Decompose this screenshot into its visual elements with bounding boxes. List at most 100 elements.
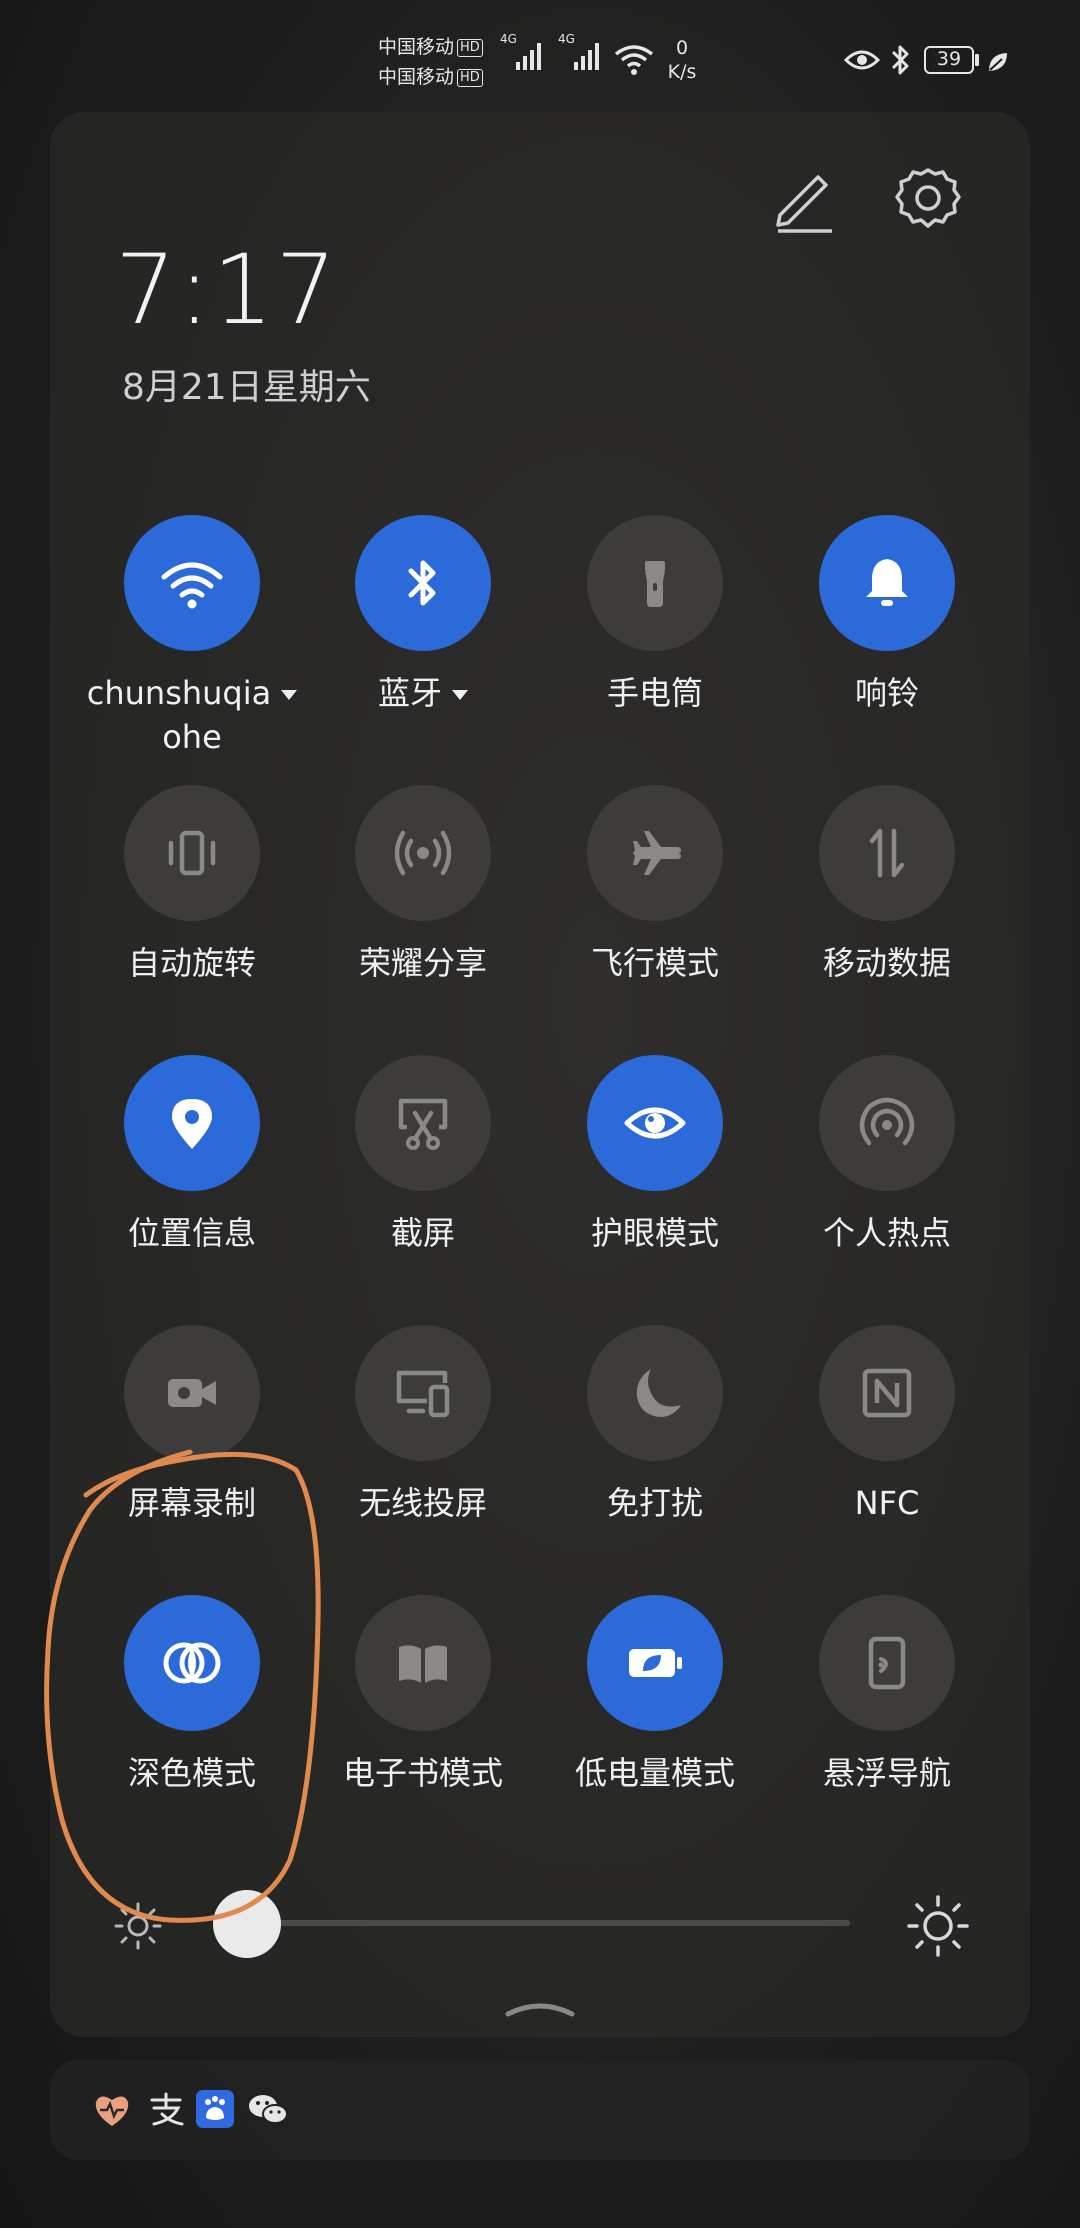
tile-nfc[interactable]: NFC [772, 1325, 1002, 1525]
speed-unit: K/s [667, 61, 697, 83]
tile-bluetooth[interactable]: 蓝牙 [308, 515, 538, 715]
cast-screen-icon [396, 1370, 450, 1418]
flashlight-icon [645, 561, 665, 607]
brightness-low-icon [114, 1902, 162, 1950]
honor-share-toggle[interactable] [355, 785, 491, 921]
tile-label: 蓝牙 [308, 671, 538, 715]
tile-eye-comfort[interactable]: 护眼模式 [540, 1055, 770, 1255]
hotspot-toggle[interactable] [819, 1055, 955, 1191]
health-icon [95, 2096, 129, 2126]
screen-record-toggle[interactable] [124, 1325, 260, 1461]
tile-dark-mode[interactable]: 深色模式 [77, 1595, 307, 1795]
alipay-icon [150, 2092, 184, 2126]
scissors-icon [398, 1098, 448, 1150]
wifi-status-icon [614, 45, 654, 75]
tile-mobile-data[interactable]: 移动数据 [772, 785, 1002, 985]
airplane-toggle[interactable] [587, 785, 723, 921]
data-arrows-icon [869, 828, 905, 878]
ring-toggle[interactable] [819, 515, 955, 651]
clock-time: 7:17 [115, 234, 339, 346]
tile-dnd[interactable]: 免打扰 [540, 1325, 770, 1525]
baidu-icon [196, 2090, 234, 2128]
moon-icon [636, 1369, 681, 1417]
tile-label: 位置信息 [127, 1214, 256, 1252]
tile-airplane[interactable]: 飞行模式 [540, 785, 770, 985]
bell-icon [866, 559, 908, 606]
flashlight-toggle[interactable] [587, 515, 723, 651]
share-waves-icon [394, 830, 452, 876]
tile-wireless-projection[interactable]: 无线投屏 [308, 1325, 538, 1525]
airplane-icon [633, 831, 681, 875]
tile-autorotate[interactable]: 自动旋转 [77, 785, 307, 985]
tile-label: 移动数据 [822, 944, 951, 982]
network-type: 4G [500, 32, 517, 46]
wifi-ssid-cont: ohe [162, 718, 222, 756]
hd-badge: HD [457, 68, 483, 87]
bluetooth-icon [891, 45, 909, 75]
location-toggle[interactable] [124, 1055, 260, 1191]
battery-icon: 39 [924, 46, 974, 74]
leaf-icon [989, 53, 1007, 71]
status-bar: 中国移动 HD 中国移动 HD 4G 4G 0 K/s 39 [0, 0, 1080, 100]
chevron-down-icon[interactable] [281, 690, 298, 700]
tile-screen-record[interactable]: 屏幕录制 [77, 1325, 307, 1525]
tile-label: 低电量模式 [574, 1754, 735, 1792]
tile-location[interactable]: 位置信息 [77, 1055, 307, 1255]
autorotate-toggle[interactable] [124, 785, 260, 921]
eye-comfort-toggle[interactable] [587, 1055, 723, 1191]
brightness-slider-track[interactable] [228, 1920, 850, 1926]
tile-label: 深色模式 [127, 1754, 256, 1792]
tile-label: 飞行模式 [590, 944, 719, 982]
location-pin-icon [172, 1099, 212, 1149]
tile-label: chunshuqia ohe [77, 671, 307, 759]
floating-nav-toggle[interactable] [819, 1595, 955, 1731]
tile-label: 荣耀分享 [358, 944, 487, 982]
tile-label: 截屏 [390, 1214, 455, 1252]
tile-ring[interactable]: 响铃 [772, 515, 1002, 715]
screenshot-toggle[interactable] [355, 1055, 491, 1191]
tile-label: 个人热点 [822, 1214, 951, 1252]
dark-mode-toggle[interactable] [124, 1595, 260, 1731]
chevron-down-icon[interactable] [452, 690, 468, 700]
tile-honor-share[interactable]: 荣耀分享 [308, 785, 538, 985]
wifi-toggle[interactable] [124, 515, 260, 651]
tile-label: 悬浮导航 [822, 1754, 951, 1792]
brightness-slider-knob[interactable] [212, 1890, 281, 1958]
network-type: 4G [558, 32, 575, 46]
floating-dock-icon [868, 1636, 906, 1690]
wireless-projection-toggle[interactable] [355, 1325, 491, 1461]
tile-hotspot[interactable]: 个人热点 [772, 1055, 1002, 1255]
hd-badge: HD [457, 38, 483, 57]
bluetooth-toggle[interactable] [355, 515, 491, 651]
tile-flashlight[interactable]: 手电筒 [540, 515, 770, 715]
carrier-name-2: 中国移动 [378, 66, 455, 88]
tile-floating-nav[interactable]: 悬浮导航 [772, 1595, 1002, 1795]
low-power-toggle[interactable] [587, 1595, 723, 1731]
tile-label: 电子书模式 [342, 1754, 503, 1792]
video-camera-icon [168, 1379, 216, 1407]
tile-ebook[interactable]: 电子书模式 [308, 1595, 538, 1795]
dnd-toggle[interactable] [587, 1325, 723, 1461]
wechat-icon [249, 2095, 288, 2124]
nfc-icon [862, 1368, 912, 1418]
nfc-toggle[interactable] [819, 1325, 955, 1461]
tile-label: 护眼模式 [590, 1214, 719, 1252]
tile-label: 无线投屏 [358, 1484, 487, 1522]
hotspot-icon [859, 1097, 915, 1146]
wifi-ssid: chunshuqia [86, 674, 272, 712]
tile-label: 响铃 [854, 674, 919, 712]
tile-wifi[interactable]: chunshuqia ohe [77, 515, 307, 759]
tile-low-power[interactable]: 低电量模式 [540, 1595, 770, 1795]
pencil-icon[interactable] [768, 165, 838, 235]
ebook-toggle[interactable] [355, 1595, 491, 1731]
mobile-data-toggle[interactable] [819, 785, 955, 921]
tile-label-text: 蓝牙 [377, 674, 442, 712]
carrier-name-1: 中国移动 [378, 36, 455, 58]
tile-label: 屏幕录制 [127, 1484, 256, 1522]
gear-icon[interactable] [892, 164, 964, 236]
collapse-handle-icon[interactable] [504, 1996, 576, 2020]
bluetooth-icon [408, 560, 436, 606]
tile-label: 自动旋转 [127, 944, 256, 982]
tile-label: 免打扰 [606, 1484, 703, 1522]
tile-screenshot[interactable]: 截屏 [308, 1055, 538, 1255]
